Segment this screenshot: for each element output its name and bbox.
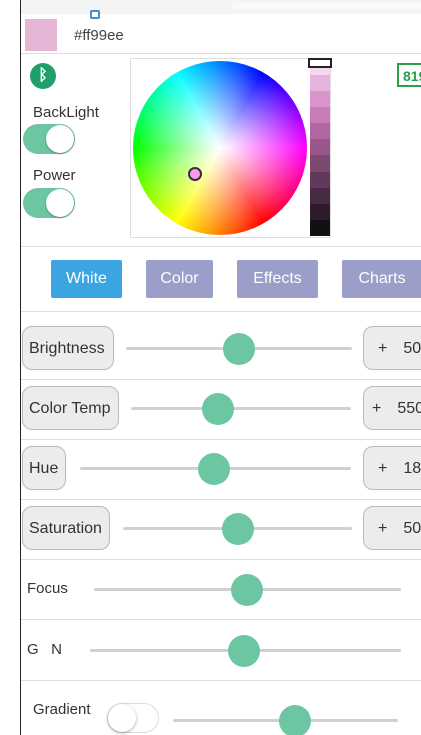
saturation-value-box[interactable]: +50 — [363, 506, 421, 550]
hue-plus[interactable]: + — [378, 447, 387, 489]
value-strip-cell[interactable] — [310, 75, 330, 92]
focus-label: Focus — [27, 580, 68, 597]
saturation-plus[interactable]: + — [378, 507, 387, 549]
saturation-thumb[interactable] — [222, 513, 254, 545]
value-strip-cell[interactable] — [310, 155, 330, 172]
color-hex-bar: #ff99ee — [21, 16, 421, 54]
brightness-label[interactable]: Brightness — [22, 326, 114, 370]
brightness-value: 50 — [403, 340, 421, 357]
color-temp-plus[interactable]: + — [372, 387, 381, 429]
focus-thumb[interactable] — [231, 574, 263, 606]
value-strip-cell[interactable] — [310, 203, 330, 220]
backlight-label: BackLight — [33, 104, 99, 121]
color-temp-value-box[interactable]: +550 — [363, 386, 421, 430]
gn-label: G N — [27, 641, 63, 658]
top-status-strip — [21, 0, 421, 14]
color-swatch[interactable] — [25, 19, 57, 51]
hue-thumb[interactable] — [198, 453, 230, 485]
power-toggle[interactable] — [23, 188, 75, 218]
backlight-toggle[interactable] — [23, 124, 75, 154]
value-strip-cell[interactable] — [310, 219, 330, 236]
status-badge: 819 — [397, 63, 421, 87]
value-strip-selector[interactable] — [308, 58, 332, 68]
brightness-value-box[interactable]: +50 — [363, 326, 421, 370]
brightness-thumb[interactable] — [223, 333, 255, 365]
color-picker[interactable] — [130, 58, 331, 238]
brightness-plus[interactable]: + — [378, 327, 387, 369]
tab-white[interactable]: White — [51, 260, 122, 298]
hex-value-text: #ff99ee — [74, 27, 124, 44]
tab-effects[interactable]: Effects — [237, 260, 318, 298]
bluetooth-icon[interactable]: ᛒ — [30, 63, 56, 89]
gn-thumb[interactable] — [228, 635, 260, 667]
value-strip-cell[interactable] — [310, 139, 330, 156]
hue-value-box[interactable]: +180 — [363, 446, 421, 490]
hue-value: 180 — [403, 460, 421, 477]
tab-charts[interactable]: Charts — [342, 260, 421, 298]
value-strip[interactable] — [310, 59, 330, 236]
hue-label[interactable]: Hue — [22, 446, 66, 490]
saturation-value: 50 — [403, 520, 421, 537]
app-screen: #ff99ee ᛒ BackLight Power 819 White Colo… — [20, 0, 421, 735]
value-strip-cell[interactable] — [310, 123, 330, 140]
value-strip-cell[interactable] — [310, 171, 330, 188]
gradient-label: Gradient — [33, 701, 91, 718]
value-strip-cell[interactable] — [310, 91, 330, 108]
gradient-thumb[interactable] — [279, 705, 311, 735]
color-wheel[interactable] — [133, 61, 307, 235]
value-strip-cell[interactable] — [310, 187, 330, 204]
gradient-toggle[interactable] — [107, 703, 159, 733]
value-strip-cell[interactable] — [310, 107, 330, 124]
power-label: Power — [33, 167, 76, 184]
color-wheel-cursor[interactable] — [188, 167, 202, 181]
color-temp-thumb[interactable] — [202, 393, 234, 425]
color-temp-value: 550 — [397, 400, 421, 417]
color-temp-track[interactable] — [131, 407, 351, 410]
saturation-label[interactable]: Saturation — [22, 506, 110, 550]
color-temp-label[interactable]: Color Temp — [22, 386, 119, 430]
tab-color[interactable]: Color — [146, 260, 213, 298]
